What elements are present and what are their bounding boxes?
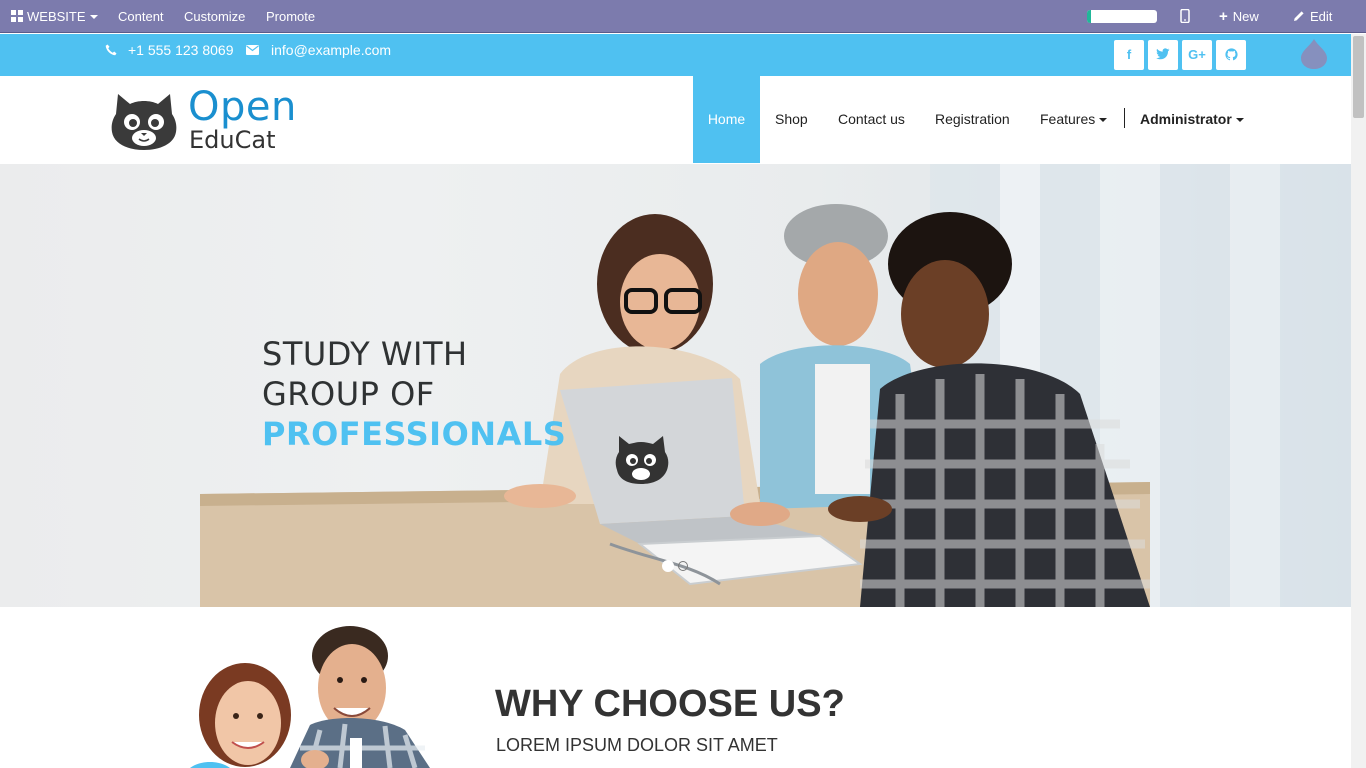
carousel-indicator-2[interactable]	[678, 561, 688, 571]
grid-icon	[11, 10, 23, 22]
nav-contact-us[interactable]: Contact us	[838, 76, 905, 163]
nav-shop[interactable]: Shop	[775, 76, 808, 163]
hero-students-image	[200, 164, 1351, 607]
new-button[interactable]: + New	[1219, 0, 1259, 33]
caret-down-icon	[89, 15, 98, 19]
theme-drop-icon[interactable]	[1300, 38, 1328, 70]
contact-bar: +1 555 123 8069 info@example.com f G+	[0, 34, 1351, 76]
cat-logo-icon[interactable]	[108, 88, 180, 152]
plus-icon: +	[1219, 8, 1228, 25]
nav-administrator-label: Administrator	[1140, 111, 1232, 127]
caret-down-icon	[1099, 118, 1108, 122]
students-image	[190, 626, 430, 768]
new-button-label: New	[1232, 9, 1259, 24]
hero-title-line2: GROUP OF	[262, 375, 435, 413]
nav-home[interactable]: Home	[693, 76, 760, 163]
progress-fill	[1087, 10, 1091, 23]
progress-bar	[1087, 10, 1157, 23]
website-menu[interactable]: WEBSITE	[11, 0, 98, 33]
site-header: Open EduCat Home Shop Contact us Registr…	[0, 76, 1351, 164]
hero-carousel[interactable]: STUDY WITH GROUP OF PROFESSIONALS	[0, 164, 1351, 607]
phone-icon	[105, 44, 117, 56]
pencil-icon	[1294, 11, 1304, 21]
mobile-preview-button[interactable]	[1180, 0, 1190, 33]
facebook-icon: f	[1126, 47, 1132, 62]
nav-administrator[interactable]: Administrator	[1140, 76, 1244, 163]
nav-registration[interactable]: Registration	[935, 76, 1010, 163]
caret-down-icon	[1235, 118, 1244, 122]
email-address: info@example.com	[271, 42, 392, 58]
email-contact[interactable]: info@example.com	[246, 42, 391, 58]
github-icon	[1224, 48, 1238, 61]
carousel-indicator-1[interactable]	[662, 560, 674, 572]
content-menu[interactable]: Content	[118, 0, 164, 33]
github-link[interactable]	[1216, 40, 1246, 70]
phone-contact[interactable]: +1 555 123 8069	[105, 42, 234, 58]
logo-text-educat: EduCat	[189, 126, 276, 154]
envelope-icon	[246, 45, 259, 55]
page-scrollbar[interactable]	[1351, 34, 1366, 768]
promote-menu[interactable]: Promote	[266, 0, 315, 33]
edit-button[interactable]: Edit	[1293, 0, 1332, 33]
why-choose-us-heading: WHY CHOOSE US?	[495, 683, 845, 725]
google-plus-link[interactable]: G+	[1182, 40, 1212, 70]
hero-title-line1: STUDY WITH	[262, 335, 468, 373]
facebook-link[interactable]: f	[1114, 40, 1144, 70]
edit-button-label: Edit	[1310, 9, 1333, 24]
hero-title-line3: PROFESSIONALS	[262, 415, 567, 453]
why-choose-us-subtitle: LOREM IPSUM DOLOR SIT AMET	[496, 735, 778, 755]
admin-bar: WEBSITE Content Customize Promote + New E…	[0, 0, 1366, 33]
phone-number: +1 555 123 8069	[128, 42, 234, 58]
logo-text-open: Open	[188, 84, 297, 130]
mobile-icon	[1180, 8, 1190, 24]
nav-features-label: Features	[1040, 111, 1096, 127]
twitter-link[interactable]	[1148, 40, 1178, 70]
google-plus-icon: G+	[1188, 47, 1206, 62]
customize-menu[interactable]: Customize	[184, 0, 245, 33]
nav-divider	[1124, 108, 1125, 128]
website-menu-label: WEBSITE	[27, 9, 86, 24]
twitter-icon	[1156, 48, 1170, 60]
nav-features[interactable]: Features	[1040, 76, 1108, 163]
scrollbar-thumb[interactable]	[1353, 36, 1364, 118]
